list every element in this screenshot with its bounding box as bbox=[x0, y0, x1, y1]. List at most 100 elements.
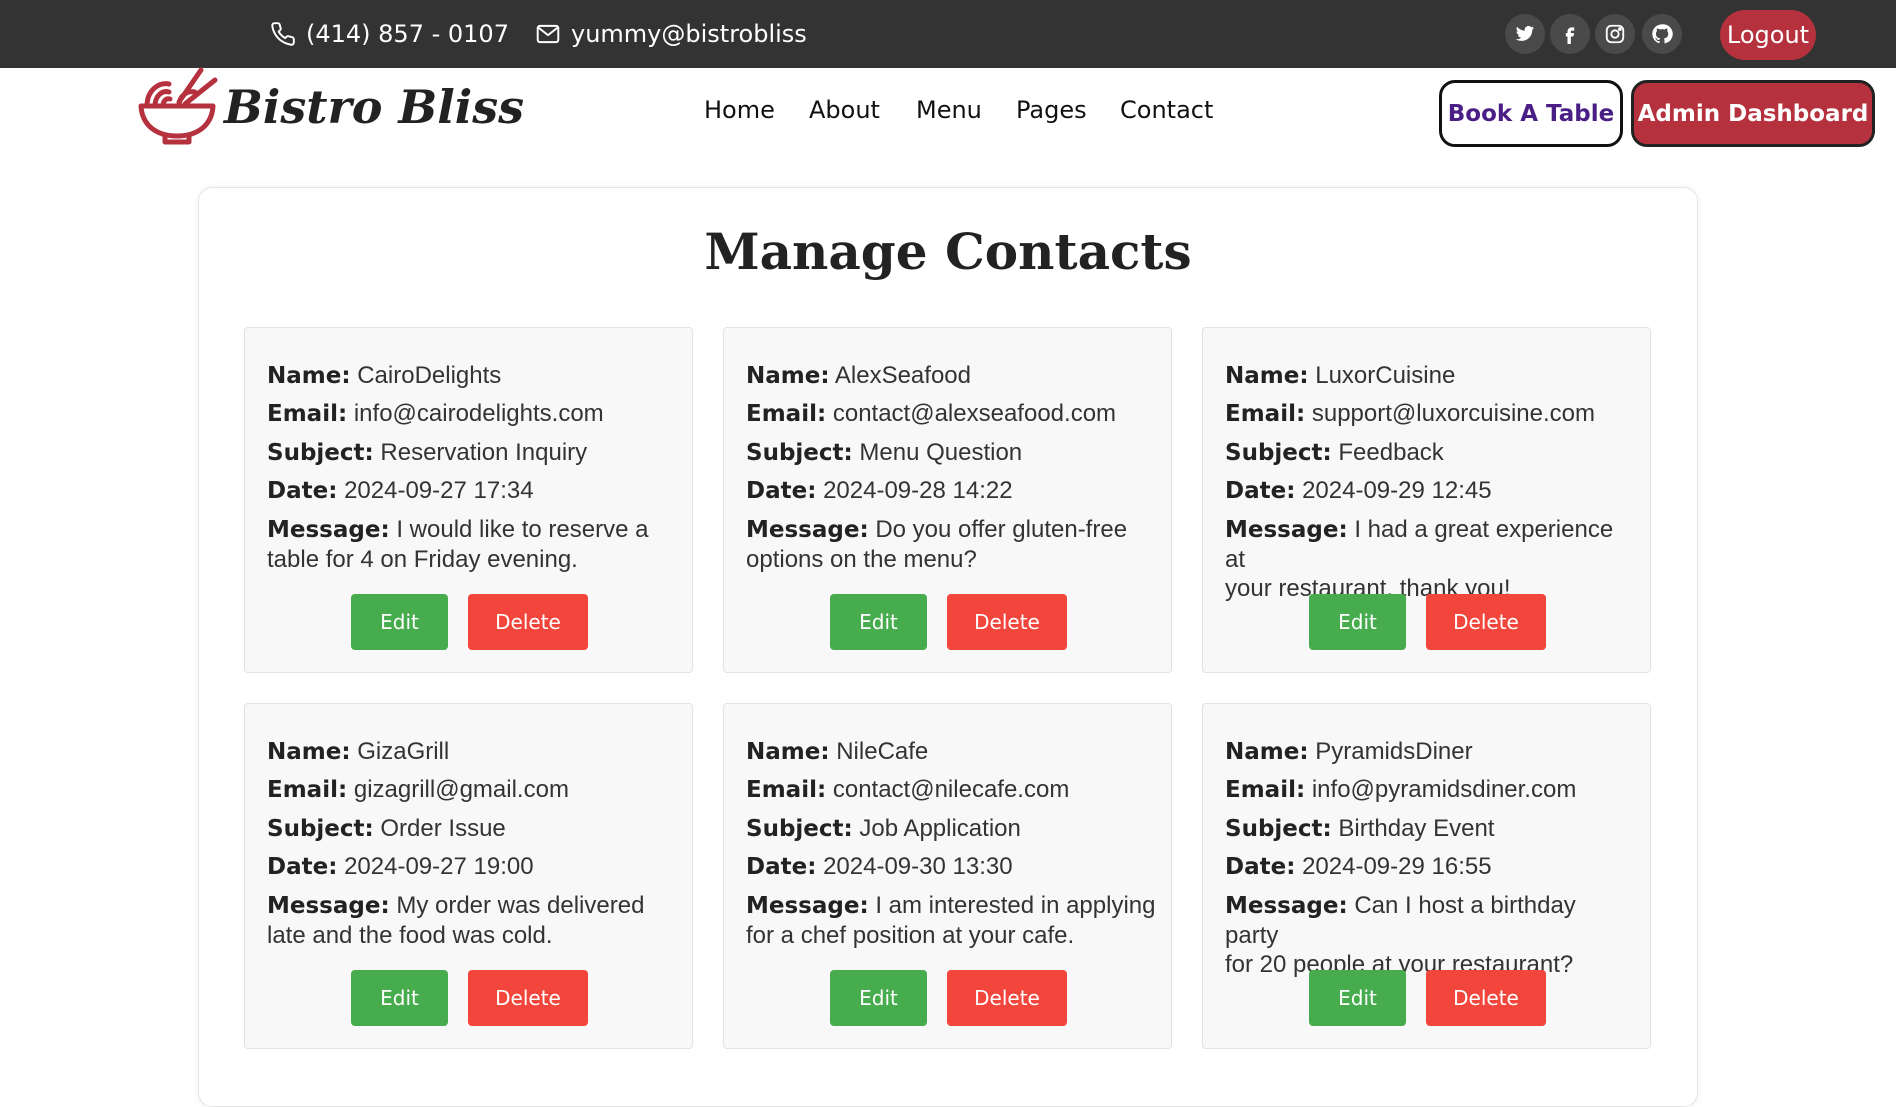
email-label: Email: bbox=[746, 777, 827, 803]
subject-value: Job Application bbox=[859, 815, 1021, 842]
name-row: Name: LuxorCuisine bbox=[1225, 361, 1455, 391]
date-row: Date: 2024-09-27 19:00 bbox=[267, 852, 534, 882]
name-label: Name: bbox=[746, 363, 830, 389]
email-label: Email: bbox=[267, 401, 348, 427]
edit-button[interactable]: Edit bbox=[1309, 970, 1406, 1026]
message-value-cont: table for 4 on Friday evening. bbox=[267, 546, 578, 573]
subject-label: Subject: bbox=[267, 440, 374, 466]
name-value: CairoDelights bbox=[357, 362, 502, 389]
delete-button[interactable]: Delete bbox=[468, 970, 588, 1026]
nav-pages[interactable]: Pages bbox=[1016, 96, 1087, 124]
facebook-icon[interactable] bbox=[1550, 14, 1590, 54]
admin-dashboard-button[interactable]: Admin Dashboard bbox=[1631, 80, 1875, 147]
message-label: Message: bbox=[746, 517, 869, 543]
delete-button[interactable]: Delete bbox=[1426, 970, 1546, 1026]
message-label: Message: bbox=[267, 893, 390, 919]
message-label: Message: bbox=[267, 517, 390, 543]
nav-about[interactable]: About bbox=[809, 96, 880, 124]
nav-menu[interactable]: Menu bbox=[916, 96, 982, 124]
subject-label: Subject: bbox=[746, 816, 853, 842]
date-row: Date: 2024-09-30 13:30 bbox=[746, 852, 1013, 882]
delete-button[interactable]: Delete bbox=[947, 594, 1067, 650]
email-value: info@pyramidsdiner.com bbox=[1311, 776, 1577, 803]
edit-button[interactable]: Edit bbox=[1309, 594, 1406, 650]
phone-icon bbox=[271, 22, 295, 46]
subject-row: Subject: Job Application bbox=[746, 814, 1021, 844]
date-value: 2024-09-27 19:00 bbox=[344, 853, 534, 880]
subject-label: Subject: bbox=[746, 440, 853, 466]
name-label: Name: bbox=[1225, 363, 1309, 389]
email-row: Email: info@cairodelights.com bbox=[267, 399, 604, 429]
email-contact: yummy@bistrobliss bbox=[535, 0, 807, 68]
contact-card: Name: AlexSeafood Email: contact@alexsea… bbox=[723, 327, 1172, 673]
logout-button[interactable]: Logout bbox=[1720, 10, 1816, 60]
date-label: Date: bbox=[746, 478, 817, 504]
name-label: Name: bbox=[267, 363, 351, 389]
email-address: yummy@bistrobliss bbox=[571, 20, 807, 48]
date-value: 2024-09-28 14:22 bbox=[823, 477, 1013, 504]
edit-button[interactable]: Edit bbox=[830, 594, 927, 650]
subject-row: Subject: Order Issue bbox=[267, 814, 506, 844]
message-row: Message: I would like to reserve a table … bbox=[267, 515, 677, 574]
date-value: 2024-09-27 17:34 bbox=[344, 477, 534, 504]
brand-name[interactable]: Bistro Bliss bbox=[224, 80, 524, 134]
email-row: Email: contact@nilecafe.com bbox=[746, 775, 1069, 805]
message-value: I would like to reserve a bbox=[396, 516, 649, 543]
date-label: Date: bbox=[746, 854, 817, 880]
delete-button[interactable]: Delete bbox=[947, 970, 1067, 1026]
name-value: PyramidsDiner bbox=[1315, 738, 1473, 765]
book-table-button[interactable]: Book A Table bbox=[1439, 80, 1623, 147]
subject-row: Subject: Menu Question bbox=[746, 438, 1022, 468]
twitter-icon[interactable] bbox=[1505, 14, 1545, 54]
message-value: Do you offer gluten-free bbox=[875, 516, 1128, 543]
subject-label: Subject: bbox=[1225, 440, 1332, 466]
subject-value: Order Issue bbox=[380, 815, 506, 842]
contact-card: Name: CairoDelights Email: info@cairodel… bbox=[244, 327, 693, 673]
github-icon[interactable] bbox=[1642, 14, 1682, 54]
message-value-cont: options on the menu? bbox=[746, 546, 977, 573]
mail-icon bbox=[536, 24, 560, 44]
message-row: Message: Do you offer gluten-free options… bbox=[746, 515, 1156, 574]
contact-card: Name: NileCafe Email: contact@nilecafe.c… bbox=[723, 703, 1172, 1049]
message-row: Message: I am interested in applying for … bbox=[746, 891, 1156, 950]
email-row: Email: gizagrill@gmail.com bbox=[267, 775, 569, 805]
email-row: Email: info@pyramidsdiner.com bbox=[1225, 775, 1576, 805]
instagram-icon[interactable] bbox=[1595, 14, 1635, 54]
email-value: contact@nilecafe.com bbox=[832, 776, 1070, 803]
message-value-cont: late and the food was cold. bbox=[267, 922, 553, 949]
email-value: gizagrill@gmail.com bbox=[353, 776, 569, 803]
message-row: Message: Can I host a birthday party for … bbox=[1225, 891, 1635, 979]
date-label: Date: bbox=[267, 478, 338, 504]
name-row: Name: NileCafe bbox=[746, 737, 928, 767]
name-value: NileCafe bbox=[836, 738, 929, 765]
message-value: My order was delivered bbox=[396, 892, 645, 919]
edit-button[interactable]: Edit bbox=[351, 594, 448, 650]
bowl-logo-icon[interactable] bbox=[135, 66, 219, 153]
nav-contact[interactable]: Contact bbox=[1120, 96, 1213, 124]
edit-button[interactable]: Edit bbox=[830, 970, 927, 1026]
message-row: Message: My order was delivered late and … bbox=[267, 891, 677, 950]
name-value: LuxorCuisine bbox=[1315, 362, 1456, 389]
message-label: Message: bbox=[746, 893, 869, 919]
date-label: Date: bbox=[1225, 478, 1296, 504]
message-value: I am interested in applying bbox=[875, 892, 1156, 919]
email-label: Email: bbox=[267, 777, 348, 803]
delete-button[interactable]: Delete bbox=[468, 594, 588, 650]
email-label: Email: bbox=[746, 401, 827, 427]
email-label: Email: bbox=[1225, 777, 1306, 803]
top-bar: (414) 857 - 0107 yummy@bistrobliss Logou… bbox=[0, 0, 1896, 68]
email-value: info@cairodelights.com bbox=[353, 400, 604, 427]
date-row: Date: 2024-09-27 17:34 bbox=[267, 476, 534, 506]
subject-value: Menu Question bbox=[859, 439, 1023, 466]
email-value: support@luxorcuisine.com bbox=[1311, 400, 1595, 427]
email-label: Email: bbox=[1225, 401, 1306, 427]
delete-button[interactable]: Delete bbox=[1426, 594, 1546, 650]
contact-card: Name: GizaGrill Email: gizagrill@gmail.c… bbox=[244, 703, 693, 1049]
nav-home[interactable]: Home bbox=[704, 96, 775, 124]
phone-contact: (414) 857 - 0107 bbox=[270, 0, 509, 68]
date-row: Date: 2024-09-29 16:55 bbox=[1225, 852, 1492, 882]
contact-card: Name: PyramidsDiner Email: info@pyramids… bbox=[1202, 703, 1651, 1049]
edit-button[interactable]: Edit bbox=[351, 970, 448, 1026]
message-label: Message: bbox=[1225, 517, 1348, 543]
subject-label: Subject: bbox=[267, 816, 374, 842]
